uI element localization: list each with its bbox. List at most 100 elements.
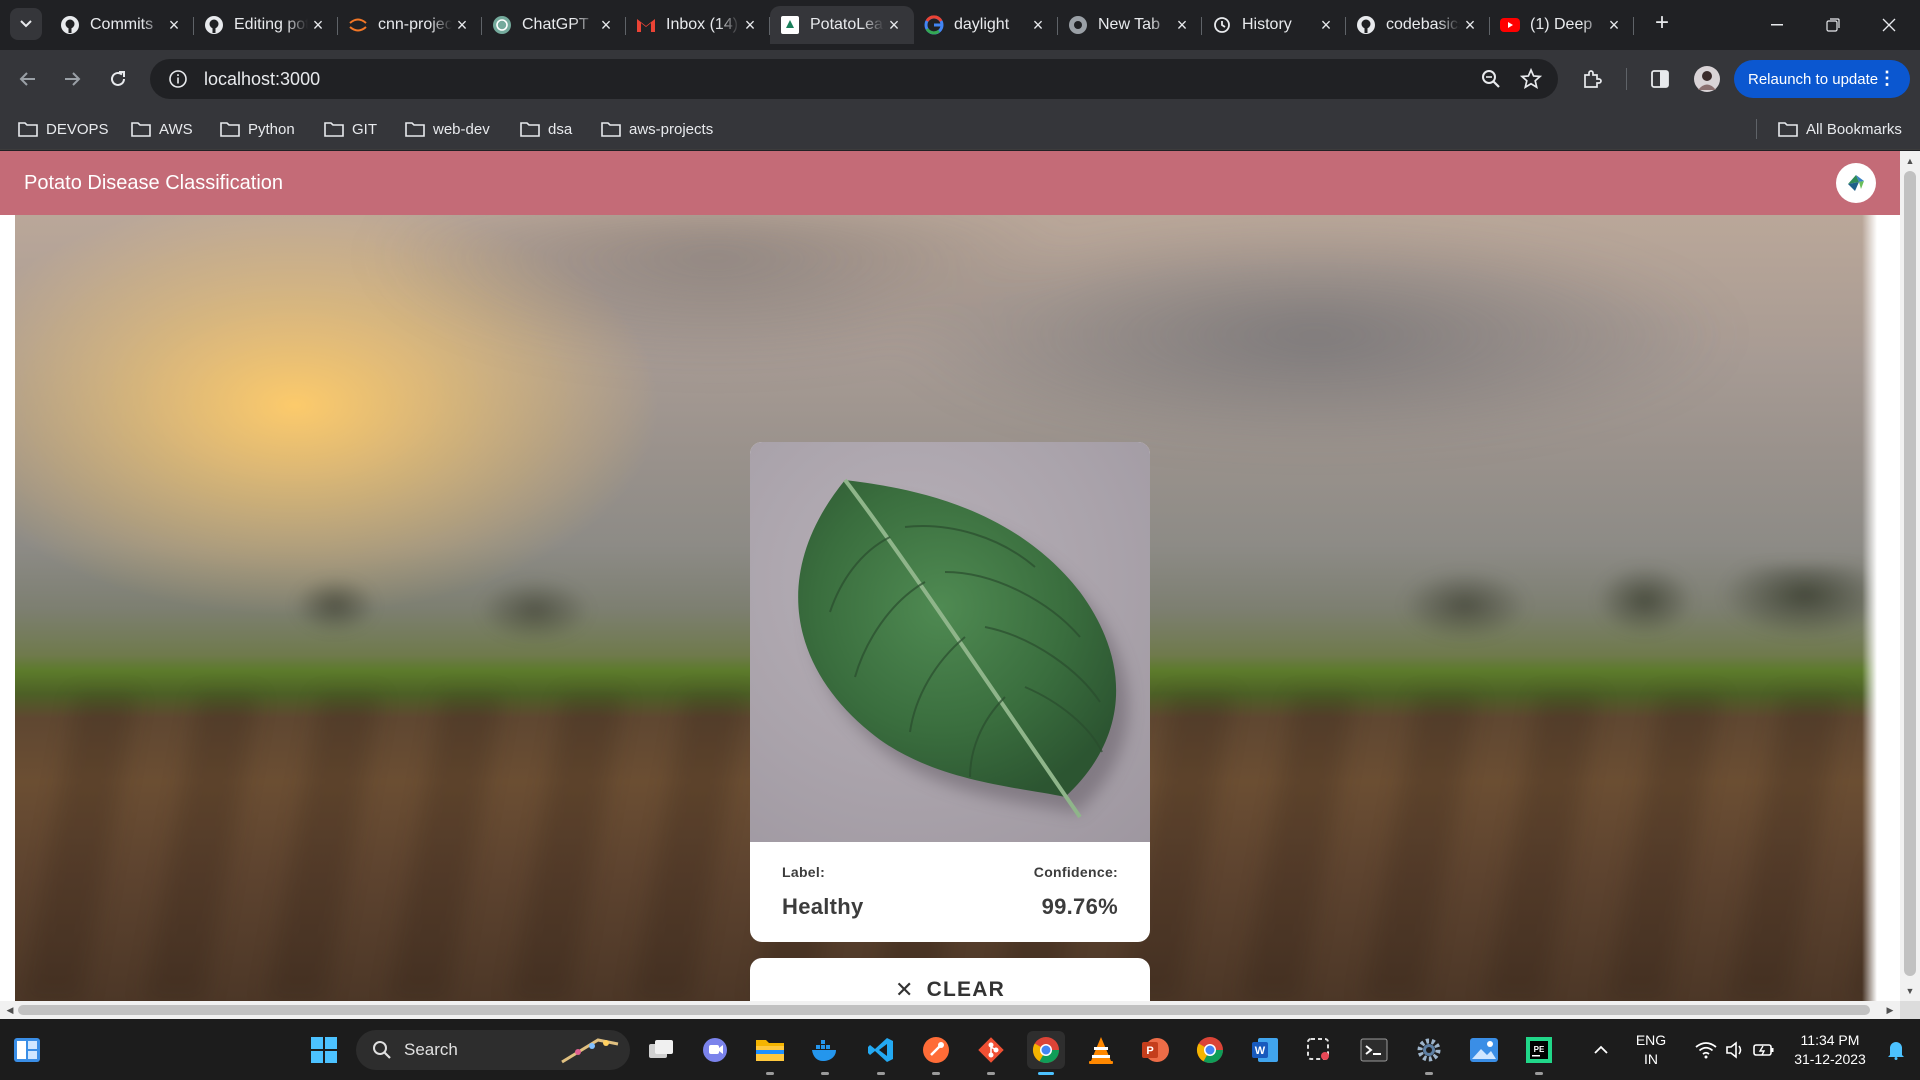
scroll-up-arrow-icon[interactable]: ▲ [1900,153,1920,169]
back-button[interactable] [14,65,42,93]
bookmark-folder-devops[interactable]: DEVOPS [18,117,109,141]
region-code: IN [1644,1051,1658,1067]
confidence-caption: Confidence: [1033,864,1118,880]
close-icon[interactable]: × [596,15,616,36]
tab-title: History [1242,16,1292,33]
snipping-tool-app[interactable] [1300,1031,1338,1069]
all-bookmarks-label: All Bookmarks [1806,120,1902,138]
show-hidden-icons-button[interactable] [1582,1031,1620,1069]
tab-cnn-project[interactable]: cnn-project × [338,6,482,44]
side-panel-icon[interactable] [1648,67,1672,91]
bookmark-label: Python [248,120,295,138]
clock-time: 11:34 PM [1800,1032,1860,1048]
postman-app[interactable] [917,1031,955,1075]
vertical-scroll-thumb[interactable] [1904,171,1916,976]
close-icon[interactable]: × [1028,15,1048,36]
language-indicator[interactable]: ENG IN [1628,1031,1674,1069]
all-bookmarks-button[interactable]: All Bookmarks [1778,117,1902,141]
app-logo [1836,163,1876,203]
terminal-app[interactable] [1355,1031,1393,1069]
teams-chat-app[interactable] [696,1031,734,1069]
bookmark-star-icon[interactable] [1520,68,1542,90]
tab-chatgpt[interactable]: ChatGPT × [482,6,626,44]
notifications-button[interactable] [1880,1031,1912,1069]
window-close-button[interactable] [1862,8,1916,42]
file-explorer-app[interactable] [751,1031,789,1075]
terminal-icon [1360,1038,1388,1062]
tab-codebasics[interactable]: codebasics × [1346,6,1490,44]
start-button[interactable] [305,1031,343,1069]
close-icon[interactable]: × [164,15,184,36]
chrome-profile-app[interactable] [1191,1031,1229,1069]
photos-app[interactable] [1465,1031,1503,1069]
tab-potatoleaf[interactable]: PotatoLeaf × [770,6,914,44]
search-icon [373,1041,391,1059]
close-icon [1882,18,1896,32]
close-icon[interactable]: × [1172,15,1192,36]
task-view-button[interactable] [642,1031,680,1069]
jupyter-icon [348,15,368,35]
restore-button[interactable] [1806,8,1860,42]
reload-icon [111,71,125,86]
close-icon[interactable]: × [308,15,328,36]
powerpoint-app[interactable]: P [1136,1031,1174,1069]
close-icon[interactable]: × [740,15,760,36]
vlc-app[interactable] [1082,1031,1120,1069]
bookmark-folder-aws-projects[interactable]: aws-projects [601,117,713,141]
scroll-left-arrow-icon[interactable]: ◀ [2,1001,18,1019]
tab-history[interactable]: History × [1202,6,1346,44]
chrome-app[interactable] [1027,1031,1065,1075]
site-info-icon[interactable] [158,69,198,89]
tab-daylight[interactable]: daylight × [914,6,1058,44]
tab-youtube[interactable]: (1) Deep × [1490,6,1634,44]
close-icon[interactable]: × [452,15,472,36]
relaunch-to-update-button[interactable]: Relaunch to update ⋮ [1734,60,1910,98]
clock[interactable]: 11:34 PM 31-12-2023 [1782,1031,1878,1069]
extensions-icon[interactable] [1580,67,1604,91]
scroll-right-arrow-icon[interactable]: ▶ [1882,1001,1898,1019]
git-gui-app[interactable] [972,1031,1010,1075]
new-tab-button[interactable]: + [1650,11,1674,36]
horizontal-scroll-thumb[interactable] [18,1005,1870,1015]
tab-title: (1) Deep [1530,16,1593,33]
tab-new-tab[interactable]: New Tab × [1058,6,1202,44]
task-view-icon [649,1040,673,1058]
tab-inbox[interactable]: Inbox (14) × [626,6,770,44]
close-icon[interactable]: × [1460,15,1480,36]
widgets-button[interactable] [8,1031,46,1069]
tab-editing[interactable]: Editing potato × [194,6,338,44]
zoom-icon[interactable] [1480,68,1502,90]
forward-button[interactable] [58,65,86,93]
tab-search-button[interactable] [10,8,42,40]
search-placeholder: Search [404,1040,458,1059]
vscode-app[interactable] [862,1031,900,1075]
close-icon[interactable]: × [1604,15,1624,36]
predicted-label: Healthy [782,894,864,919]
scroll-down-arrow-icon[interactable]: ▼ [1900,983,1920,999]
close-icon[interactable]: × [884,15,904,36]
bookmark-folder-aws[interactable]: AWS [131,117,193,141]
powerpoint-icon: P [1142,1038,1169,1062]
battery-icon [1753,1044,1774,1056]
vertical-scrollbar[interactable]: ▲ ▼ [1900,151,1920,1001]
tab-commits[interactable]: Commits × [50,6,194,44]
minimize-button[interactable] [1750,8,1804,42]
reload-button[interactable] [104,65,132,93]
settings-app[interactable] [1410,1031,1448,1075]
bookmark-folder-dsa[interactable]: dsa [520,117,572,141]
folder-icon [756,1040,784,1061]
bookmark-folder-python[interactable]: Python [220,117,295,141]
taskbar-search[interactable]: Search [356,1030,630,1070]
volume-icon [1726,1041,1742,1059]
profile-avatar[interactable] [1692,64,1722,94]
horizontal-scrollbar[interactable]: ◀ ▶ [0,1001,1900,1019]
pycharm-app[interactable]: PE [1520,1031,1558,1075]
bookmark-folder-web-dev[interactable]: web-dev [405,117,490,141]
word-app[interactable]: W [1246,1031,1284,1069]
close-icon[interactable]: × [1316,15,1336,36]
quick-settings-button[interactable] [1680,1031,1790,1069]
docker-app[interactable] [806,1031,844,1075]
address-bar[interactable]: localhost:3000 [150,59,1558,99]
folder-icon [131,122,151,137]
bookmark-folder-git[interactable]: GIT [324,117,377,141]
